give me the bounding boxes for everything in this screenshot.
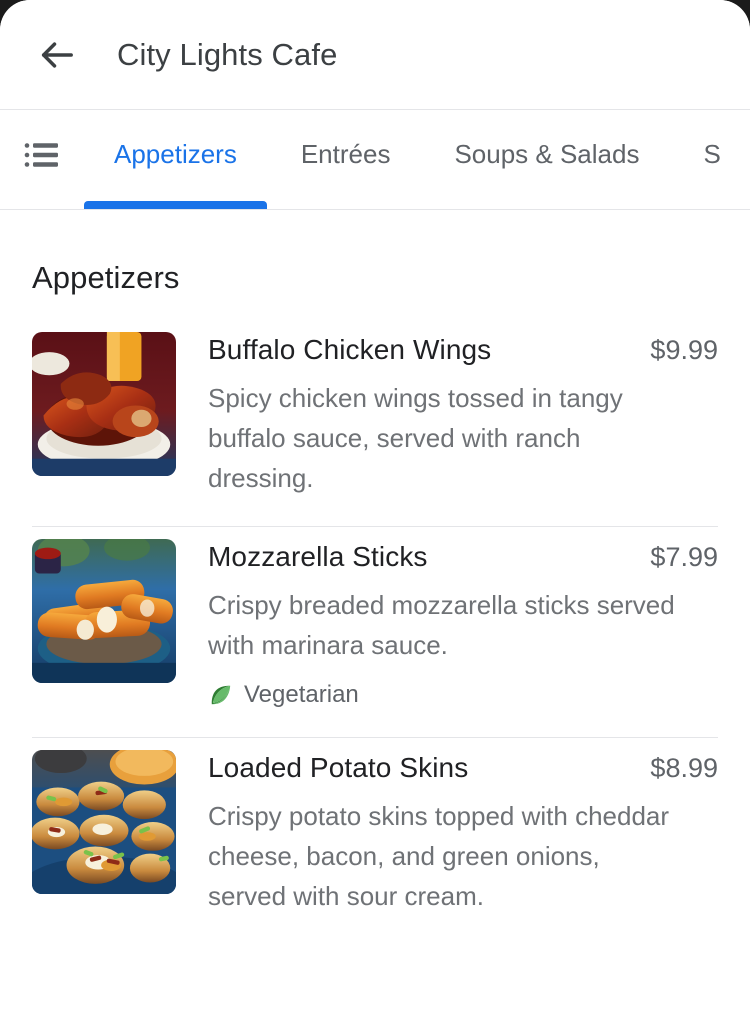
loaded-potato-skins-photo	[32, 750, 176, 894]
tag-label: Vegetarian	[244, 681, 359, 708]
tab-partially-visible[interactable]: S	[671, 110, 750, 209]
mozzarella-sticks-photo	[32, 539, 176, 683]
back-arrow-icon	[37, 35, 77, 75]
menu-item-price: $8.99	[650, 753, 718, 783]
menu-item-body: Loaded Potato Skins $8.99 Crispy potato …	[176, 750, 718, 916]
menu-item-body: Buffalo Chicken Wings $9.99 Spicy chicke…	[176, 332, 718, 498]
tab-label: Appetizers	[114, 139, 237, 169]
menu-content: Appetizers Buffalo Chicken Wings $9.99 S…	[0, 210, 750, 916]
app-window: City Lights Cafe Appetizers Entrées Soup…	[0, 0, 750, 1010]
tab-appetizers[interactable]: Appetizers	[82, 110, 269, 209]
app-bar: City Lights Cafe	[0, 0, 750, 110]
menu-item-tags: Vegetarian	[208, 681, 718, 709]
menu-item-description: Crispy potato skins topped with cheddar …	[208, 801, 670, 911]
list-view-button[interactable]	[0, 110, 82, 209]
menu-item-header: Loaded Potato Skins $8.99	[208, 752, 718, 784]
tab-label: Entrées	[300, 139, 391, 169]
list-view-icon	[24, 142, 58, 168]
menu-item[interactable]: Buffalo Chicken Wings $9.99 Spicy chicke…	[32, 320, 718, 498]
tab-label: S	[703, 139, 721, 169]
menu-item-price: $9.99	[650, 335, 718, 365]
tab-soups-and-salads[interactable]: Soups & Salads	[422, 110, 671, 209]
menu-item-name: Loaded Potato Skins	[208, 752, 469, 783]
tab-list: Appetizers Entrées Soups & Salads S	[82, 110, 750, 209]
menu-item-name: Buffalo Chicken Wings	[208, 334, 492, 365]
category-tab-bar: Appetizers Entrées Soups & Salads S	[0, 110, 750, 210]
leaf-icon	[208, 682, 234, 708]
menu-item-description: Spicy chicken wings tossed in tangy buff…	[208, 383, 623, 493]
menu-item-header: Mozzarella Sticks $7.99	[208, 541, 718, 573]
status-badge-vegetarian: Vegetarian	[208, 681, 359, 709]
section-heading: Appetizers	[32, 260, 180, 295]
menu-item[interactable]: Mozzarella Sticks $7.99 Crispy breaded m…	[32, 527, 718, 709]
menu-item-description: Crispy breaded mozzarella sticks served …	[208, 590, 675, 660]
buffalo-chicken-wings-photo	[32, 332, 176, 476]
menu-item-header: Buffalo Chicken Wings $9.99	[208, 334, 718, 366]
tab-label: Soups & Salads	[454, 139, 640, 169]
menu-item-price: $7.99	[650, 542, 718, 572]
menu-item[interactable]: Loaded Potato Skins $8.99 Crispy potato …	[32, 738, 718, 916]
menu-item-body: Mozzarella Sticks $7.99 Crispy breaded m…	[176, 539, 718, 709]
page-title: City Lights Cafe	[117, 36, 338, 72]
back-button[interactable]	[30, 28, 84, 82]
menu-item-name: Mozzarella Sticks	[208, 541, 428, 572]
tab-entrees[interactable]: Entrées	[269, 110, 423, 209]
